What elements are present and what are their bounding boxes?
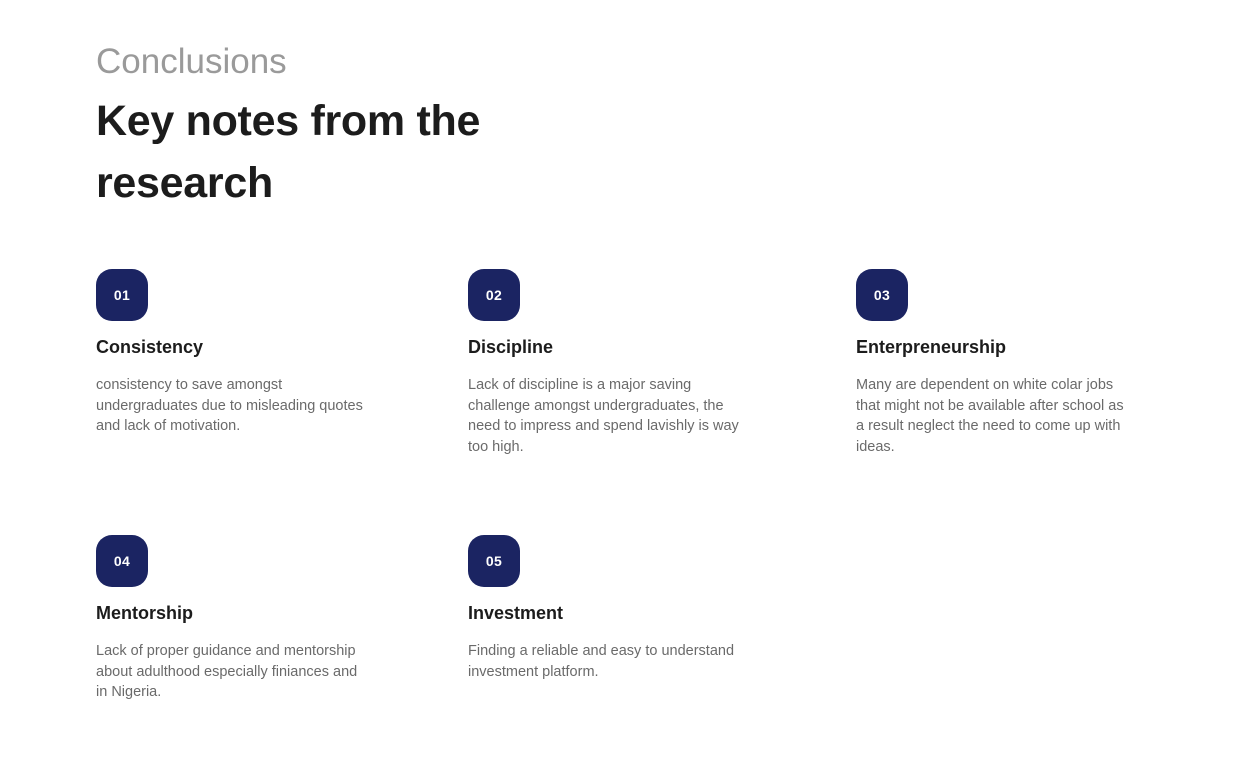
note-card-consistency: 01 Consistency consistency to save among… [96,269,396,437]
section-eyebrow: Conclusions [96,42,287,81]
note-title: Investment [468,603,564,623]
note-title: Mentorship [96,603,193,623]
note-number-badge: 05 [468,535,520,587]
note-number-badge: 04 [96,535,148,587]
note-description: Lack of discipline is a major saving cha… [468,377,739,455]
note-description: consistency to save amongst undergraduat… [96,377,363,435]
note-title: Discipline [468,337,554,357]
note-card-enterpreneurship: 03 Enterpreneurship Many are dependent o… [856,269,1156,457]
note-description: Many are dependent on white colar jobs t… [856,377,1124,455]
note-number-badge: 02 [468,269,520,321]
note-card-discipline: 02 Discipline Lack of discipline is a ma… [468,269,768,457]
conclusions-page: Conclusions Key notes from the research … [0,0,1240,772]
note-title: Enterpreneurship [856,337,1007,357]
note-title: Consistency [96,337,204,357]
note-card-mentorship: 04 Mentorship Lack of proper guidance an… [96,535,396,703]
note-description: Finding a reliable and easy to understan… [468,643,735,680]
note-card-investment: 05 Investment Finding a reliable and eas… [468,535,768,682]
note-number-badge: 01 [96,269,148,321]
note-number-badge: 03 [856,269,908,321]
note-description: Lack of proper guidance and mentorship a… [96,643,358,701]
page-title: Key notes from the research [96,97,481,207]
